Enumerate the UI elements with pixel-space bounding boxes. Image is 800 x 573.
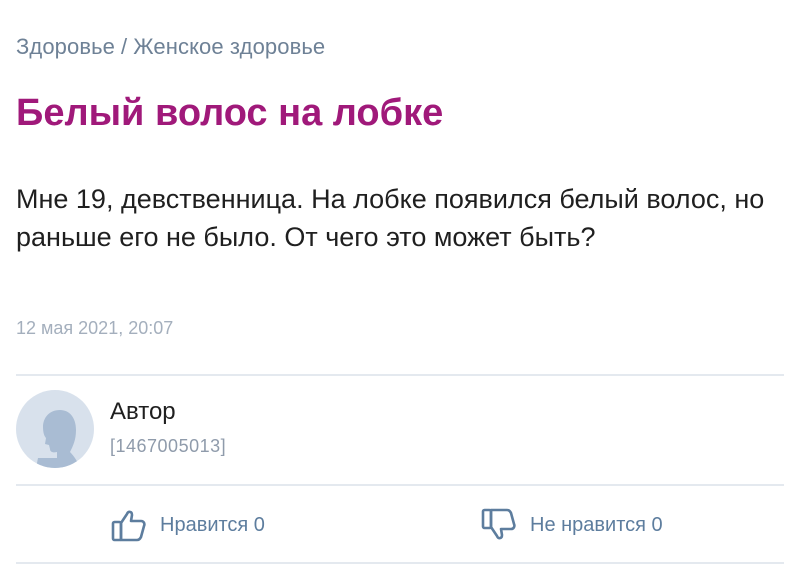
divider-middle	[16, 484, 784, 486]
question-text: Мне 19, девственница. На лобке появился …	[16, 184, 765, 252]
like-button[interactable]: Нравится 0	[110, 505, 265, 545]
user-silhouette-icon	[36, 410, 80, 468]
question-title: Белый волос на лобке	[16, 92, 444, 134]
author-name[interactable]: Автор	[110, 398, 176, 426]
dislike-label: Не нравится 0	[530, 513, 663, 536]
author-id: [1467005013]	[110, 436, 227, 456]
divider-top	[16, 374, 784, 376]
breadcrumb: Здоровье / Женское здоровье	[16, 34, 325, 60]
like-label: Нравится 0	[160, 513, 265, 536]
question-date: 12 мая 2021, 20:07	[16, 318, 174, 338]
breadcrumb-category-link[interactable]: Здоровье	[16, 34, 115, 59]
thumbs-down-icon	[480, 506, 518, 544]
dislike-button[interactable]: Не нравится 0	[480, 505, 663, 545]
thumbs-up-icon	[110, 506, 148, 544]
author-avatar[interactable]	[16, 390, 94, 468]
breadcrumb-separator: /	[121, 34, 128, 59]
divider-bottom	[16, 562, 784, 564]
breadcrumb-subcategory-link[interactable]: Женское здоровье	[133, 34, 325, 59]
